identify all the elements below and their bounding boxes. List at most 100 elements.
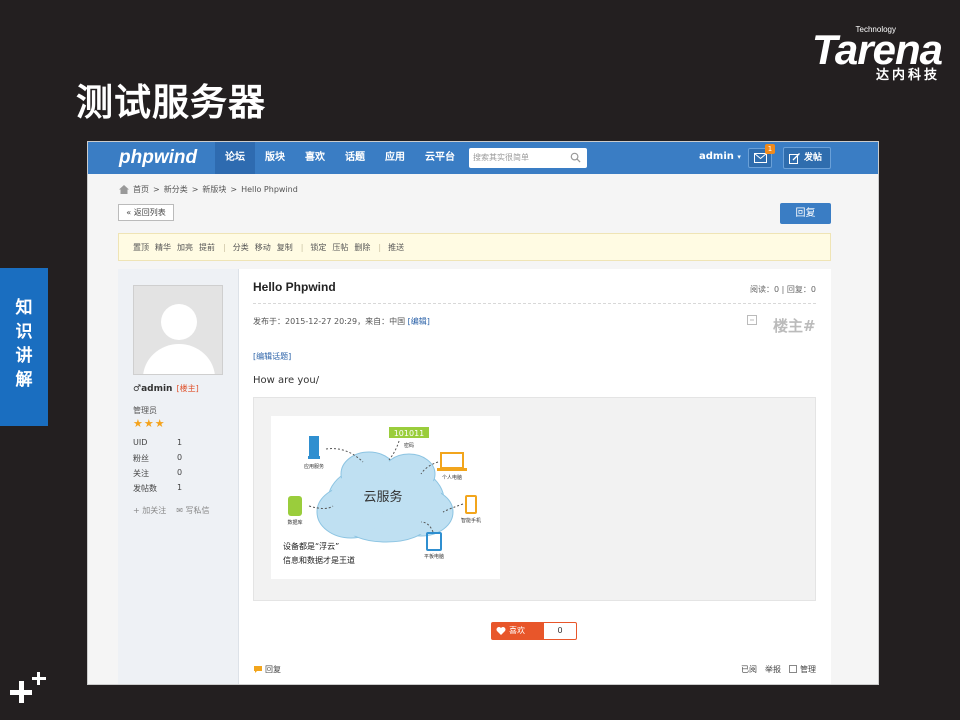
side-tab-char: 讲 — [15, 346, 33, 366]
message-count-badge: 1 — [765, 144, 775, 154]
phpwind-logo[interactable]: phpwind — [119, 147, 197, 169]
like-label: 喜欢 — [509, 626, 525, 635]
tool-copy[interactable]: 复制 — [277, 242, 293, 253]
username: admin — [699, 151, 734, 162]
toolbar-divider: | — [300, 242, 304, 252]
search-placeholder: 搜索其实很简单 — [473, 153, 529, 162]
manage-label: 管理 — [800, 665, 816, 674]
new-post-button[interactable]: 发帖 — [783, 147, 831, 169]
user-icon: ♂ — [133, 384, 142, 394]
read-count: 0 — [774, 285, 780, 294]
label-app-server: 应用服务 — [304, 463, 324, 470]
read-label: 阅读： — [750, 285, 775, 294]
author-name[interactable]: ♂admin [楼主] — [133, 383, 199, 394]
report-link[interactable]: 举报 — [765, 664, 781, 675]
mail-icon: ✉ — [176, 506, 186, 515]
chevron-down-icon: ▾ — [737, 153, 741, 161]
stat-value: 0 — [177, 468, 183, 477]
manage-checkbox[interactable]: 管理 — [789, 664, 816, 675]
author-username: admin — [141, 384, 173, 394]
checkbox-icon[interactable] — [789, 665, 797, 673]
post-image-container: 101011 云服务 密码 应用服务 个人电脑 数据库 智能手机 平板电脑 设备… — [253, 397, 816, 601]
edit-topic-link[interactable]: [编辑话题] — [253, 351, 291, 362]
tool-move[interactable]: 移动 — [255, 242, 271, 253]
search-icon[interactable] — [570, 152, 581, 163]
caption-line-2: 信息和数据才是王道 — [283, 555, 355, 565]
label-password: 密码 — [404, 442, 414, 449]
tool-bump[interactable]: 提前 — [199, 242, 215, 253]
home-icon[interactable] — [119, 185, 129, 194]
toolbar-divider: | — [223, 242, 226, 252]
label-pc: 个人电脑 — [442, 474, 462, 481]
nav-apps[interactable]: 应用 — [375, 142, 415, 174]
reply-label: 回复： — [786, 285, 811, 294]
slide-title: 测试服务器 — [76, 81, 266, 124]
post-source-link[interactable]: [编辑] — [408, 317, 430, 326]
moderation-toolbar: 置顶 精华 加亮 提前 | 分类 移动 复制 | 锁定 压帖 删除 | 推送 — [118, 233, 831, 261]
post-footer-actions: 已阅 举报 管理 — [741, 664, 816, 675]
toolbar-divider: | — [378, 242, 382, 252]
crumb-category[interactable]: 新分类 — [164, 184, 188, 195]
tool-category[interactable]: 分类 — [233, 242, 249, 253]
post-meta: 发布于：2015-12-27 20:29，来自：中国 [编辑] — [253, 316, 430, 327]
stat-key: 粉丝 — [133, 454, 149, 463]
edit-icon — [789, 153, 800, 164]
cloud-diagram-icon: 101011 云服务 密码 应用服务 个人电脑 数据库 智能手机 平板电脑 设备… — [283, 427, 481, 565]
cloud-center-label: 云服务 — [363, 489, 402, 505]
like-count: 0 — [543, 622, 577, 640]
nav-topics[interactable]: 话题 — [335, 142, 375, 174]
private-message-button[interactable]: ✉ 写私信 — [176, 505, 209, 516]
main-nav: 论坛 版块 喜欢 话题 应用 云平台 — [215, 142, 465, 174]
nav-forum[interactable]: 论坛 — [215, 142, 255, 174]
back-to-list-button[interactable]: « 返回列表 — [118, 204, 174, 221]
author-stats: UID 1 粉丝 0 关注 0 发帖数 1 — [133, 438, 182, 498]
tool-highlight[interactable]: 加亮 — [177, 242, 193, 253]
brand-cn: 达内科技 — [875, 68, 940, 83]
like-button[interactable]: 喜欢 — [491, 622, 543, 640]
stat-key: 关注 — [133, 469, 149, 478]
author-role: 管理员 — [133, 406, 157, 415]
search-input[interactable]: 搜索其实很简单 — [469, 148, 587, 168]
nav-boards[interactable]: 版块 — [255, 142, 295, 174]
crumb-separator: > — [191, 185, 199, 194]
mark-read-link[interactable]: 已阅 — [741, 664, 757, 675]
stat-key: 发帖数 — [133, 484, 157, 493]
reply-button[interactable]: 回复 — [780, 203, 831, 224]
tool-lock[interactable]: 锁定 — [310, 242, 326, 253]
reply-link[interactable]: 回复 — [253, 664, 281, 675]
label-tablet: 平板电脑 — [424, 553, 444, 560]
stat-value: 0 — [177, 453, 183, 462]
forum-screenshot: phpwind 论坛 版块 喜欢 话题 应用 云平台 搜索其实很简单 admin… — [87, 141, 879, 685]
avatar[interactable] — [133, 285, 223, 375]
tool-digest[interactable]: 精华 — [155, 242, 171, 253]
tool-delete[interactable]: 删除 — [354, 242, 370, 253]
follow-button[interactable]: + 加关注 — [133, 505, 166, 516]
cloud-service-image[interactable]: 101011 云服务 密码 应用服务 个人电脑 数据库 智能手机 平板电脑 设备… — [271, 416, 500, 579]
side-tab-char: 识 — [15, 322, 33, 342]
author-panel: ♂admin [楼主] 管理员 ★★★ UID 1 粉丝 0 关注 0 发帖数 1 + 加… — [118, 269, 239, 684]
label-database: 数据库 — [287, 519, 302, 526]
floor-label: 楼主# — [773, 317, 816, 335]
side-tab: 知 识 讲 解 — [0, 268, 48, 426]
nav-cloud[interactable]: 云平台 — [415, 142, 465, 174]
reply-link-label: 回复 — [265, 665, 281, 674]
top-navbar: phpwind 论坛 版块 喜欢 话题 应用 云平台 搜索其实很简单 admin… — [88, 142, 878, 174]
crumb-separator: > — [230, 185, 238, 194]
reply-count: 0 — [810, 285, 816, 294]
crumb-board[interactable]: 新版块 — [202, 184, 226, 195]
collapse-icon[interactable] — [747, 315, 757, 325]
tool-sink[interactable]: 压帖 — [332, 242, 348, 253]
nav-likes[interactable]: 喜欢 — [295, 142, 335, 174]
tool-push[interactable]: 推送 — [388, 242, 404, 253]
stat-row: 粉丝 0 — [133, 453, 182, 468]
crumb-home[interactable]: 首页 — [133, 184, 149, 195]
speech-bubble-icon — [254, 666, 262, 673]
code-label: 101011 — [394, 429, 425, 438]
breadcrumb: 首页 > 新分类 > 新版块 > Hello Phpwind — [119, 184, 298, 195]
side-tab-char: 知 — [15, 298, 33, 318]
tarena-logo: Technology Tarena 达内科技 — [777, 22, 943, 84]
tool-sticky[interactable]: 置顶 — [133, 242, 149, 253]
user-menu[interactable]: admin ▾ — [699, 151, 741, 162]
crumb-thread: Hello Phpwind — [241, 185, 298, 194]
stat-row: UID 1 — [133, 438, 182, 453]
